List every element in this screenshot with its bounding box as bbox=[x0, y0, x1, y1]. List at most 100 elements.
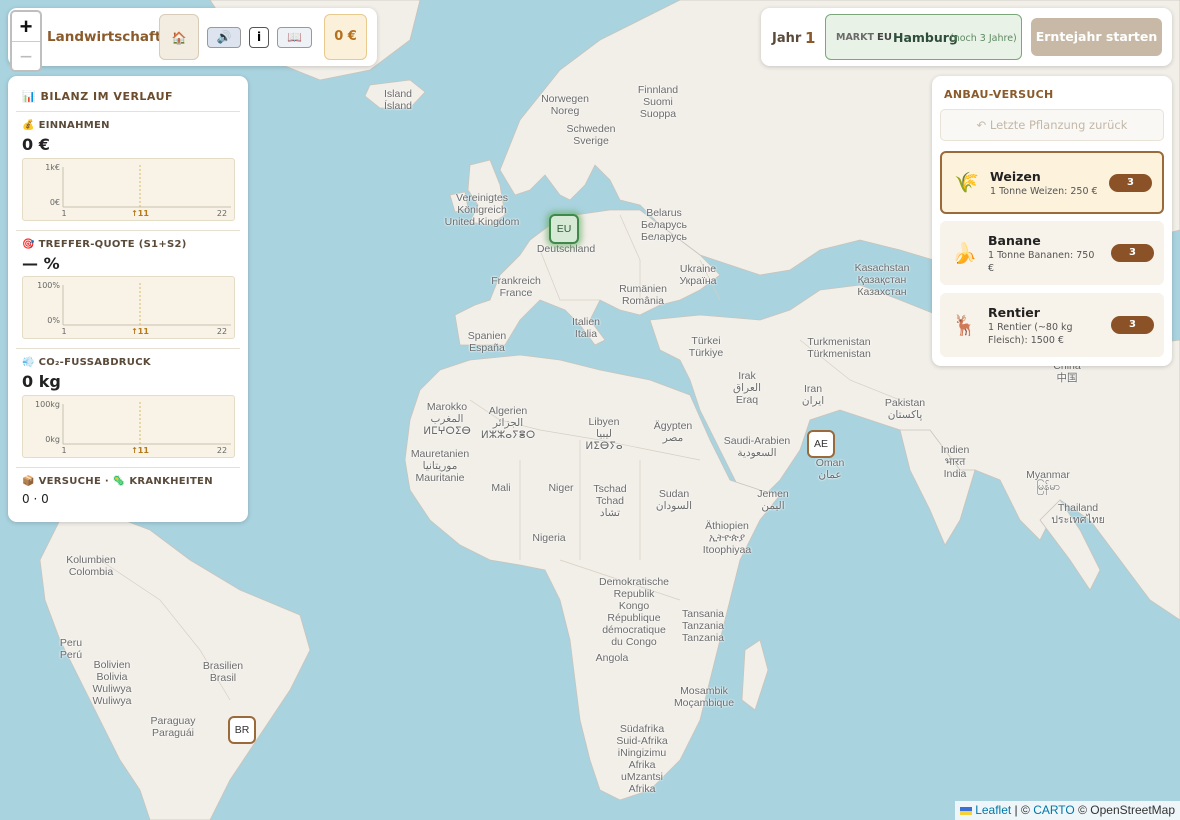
home-icon: 🏠 bbox=[171, 31, 187, 45]
map-label: Kolumbien Colombia bbox=[66, 554, 116, 578]
hit-y-top: 100% bbox=[37, 281, 60, 290]
income-y-bottom: 0€ bbox=[50, 198, 60, 207]
info-button[interactable]: i bbox=[249, 27, 269, 48]
leaflet-link[interactable]: Leaflet bbox=[975, 803, 1011, 817]
map-label: Türkei Türkiye bbox=[688, 335, 724, 359]
attrib-sep: | © bbox=[1011, 803, 1034, 817]
year-label: Jahr bbox=[772, 31, 802, 46]
crop-card-banane[interactable]: 🍌 Banane 1 Tonne Bananen: 750 € 3 bbox=[940, 221, 1164, 285]
reindeer-icon: 🦌 bbox=[952, 313, 977, 337]
market-badge: MARKT EU Hamburg (noch 3 Jahre) bbox=[825, 14, 1022, 60]
crop-card-rentier[interactable]: 🦌 Rentier 1 Rentier (~80 kg Fleisch): 15… bbox=[940, 293, 1164, 357]
crop-name: Banane bbox=[988, 233, 1041, 248]
income-x-end: 22 bbox=[217, 209, 227, 218]
divider bbox=[16, 467, 240, 468]
map-label: Italien Italia bbox=[571, 316, 601, 340]
hit-x-start: 1 bbox=[61, 327, 66, 336]
zoom-out-button[interactable]: − bbox=[12, 41, 40, 71]
crop-card-weizen[interactable]: 🌾 Weizen 1 Tonne Weizen: 250 € 3 bbox=[940, 151, 1164, 214]
income-label: 💰 EINNAHMEN bbox=[22, 120, 110, 131]
market-marker-ae[interactable]: AE bbox=[807, 430, 835, 458]
co2-y-bottom: 0kg bbox=[45, 435, 60, 444]
ukraine-flag-icon bbox=[959, 806, 972, 815]
map-label: Brasilien Brasil bbox=[202, 660, 244, 684]
crop-count: 3 bbox=[1111, 244, 1154, 262]
market-label: MARKT bbox=[836, 32, 874, 43]
income-x-mid: ↑11 bbox=[131, 209, 149, 218]
income-chart: 1k€ 0€ 1 ↑11 22 bbox=[22, 158, 235, 221]
map-label: Bolivien Bolivia Wuliwya Wuliwya bbox=[92, 659, 132, 707]
map-label: Niger bbox=[548, 482, 574, 494]
hit-rate-label: 🎯 TREFFER-QUOTE (S1+S2) bbox=[22, 239, 187, 250]
map-label: Iran ایران bbox=[801, 383, 825, 407]
market-marker-br[interactable]: BR bbox=[228, 716, 256, 744]
zoom-in-button[interactable]: + bbox=[12, 12, 40, 41]
map-label: Ägypten مصر bbox=[653, 420, 693, 444]
app-title: Landwirtschaft bbox=[47, 29, 162, 45]
map-label: Pakistan پاکستان bbox=[884, 397, 926, 421]
map-label: Myanmar မြန်မာ bbox=[1026, 469, 1070, 493]
map-label: Sudan السودان bbox=[655, 488, 693, 512]
stats-title-text: BILANZ IM VERLAUF bbox=[40, 90, 174, 103]
banana-icon: 🍌 bbox=[952, 241, 977, 265]
income-y-top: 1k€ bbox=[45, 163, 60, 172]
stats-panel: 📊 BILANZ IM VERLAUF 💰 EINNAHMEN 0 € 1k€ … bbox=[8, 76, 248, 522]
disease-label-text: KRANKHEITEN bbox=[125, 476, 213, 487]
hit-rate-chart-svg: 100% 0% 1 ↑11 22 bbox=[37, 281, 231, 336]
map-label: Äthiopien ኢትዮጵያ Itoophiyaa bbox=[702, 520, 752, 556]
map-label: Angola bbox=[595, 652, 629, 664]
crop-name: Weizen bbox=[990, 169, 1041, 184]
income-value: 0 € bbox=[22, 135, 50, 154]
market-name: Hamburg bbox=[893, 30, 958, 45]
book-button[interactable]: 📖 bbox=[277, 27, 312, 48]
map-label: Demokratische Republik Kongo République … bbox=[598, 576, 670, 648]
map-label: Tschad Tchad تشاد bbox=[593, 483, 627, 519]
map-label: Algerien الجزائر ⵍⵣⵣⴰⵢⴻⵔ bbox=[480, 405, 536, 441]
hit-rate-value: — % bbox=[22, 254, 60, 273]
trials-label-text: VERSUCHE · bbox=[38, 476, 113, 487]
map-label: Finnland Suomi Suoppa bbox=[637, 84, 679, 120]
co2-y-top: 100kg bbox=[35, 400, 60, 409]
top-toolbar: Landwirtschaft 🏠 🔊 i 📖 0 € bbox=[8, 8, 377, 66]
income-label-text: EINNAHMEN bbox=[38, 120, 110, 131]
crop-count: 3 bbox=[1109, 174, 1152, 192]
planting-panel: ANBAU-VERSUCH ↶ Letzte Pflanzung zurück … bbox=[932, 76, 1172, 366]
start-harvest-button[interactable]: Erntejahr starten bbox=[1031, 18, 1162, 56]
crop-count: 3 bbox=[1111, 316, 1154, 334]
income-chart-svg: 1k€ 0€ 1 ↑11 22 bbox=[45, 163, 231, 218]
market-marker-eu[interactable]: EU bbox=[549, 214, 579, 244]
map-label: Jemen اليمن bbox=[757, 488, 789, 512]
crop-desc: 1 Tonne Weizen: 250 € bbox=[990, 186, 1098, 197]
undo-planting-button[interactable]: ↶ Letzte Pflanzung zurück bbox=[940, 109, 1164, 141]
carto-link[interactable]: CARTO bbox=[1033, 803, 1075, 817]
co2-x-end: 22 bbox=[217, 446, 227, 455]
map-label: Turkmenistan Türkmenistan bbox=[807, 336, 871, 360]
map-label: Irak العراق Eraq bbox=[732, 370, 762, 406]
zoom-control: + − bbox=[10, 10, 42, 72]
hit-y-bottom: 0% bbox=[47, 316, 60, 325]
money-bag-icon: 💰 bbox=[22, 120, 35, 131]
co2-x-mid: ↑11 bbox=[131, 446, 149, 455]
map-label: Südafrika Suid-Afrika iNingizimu Afrika … bbox=[616, 723, 668, 795]
map-label: Peru Perú bbox=[59, 637, 83, 661]
map-label: Norwegen Noreg bbox=[541, 93, 589, 117]
map-label: Belarus Беларусь Беларусь bbox=[641, 207, 687, 243]
map-label: Paraguay Paraguái bbox=[150, 715, 196, 739]
co2-value: 0 kg bbox=[22, 372, 61, 391]
market-code: EU bbox=[877, 32, 892, 43]
map-label: Thailand ประเทศไทย bbox=[1051, 502, 1105, 526]
sound-button[interactable]: 🔊 bbox=[207, 27, 241, 48]
co2-chart: 100kg 0kg 1 ↑11 22 bbox=[22, 395, 235, 458]
box-icon: 📦 bbox=[22, 476, 35, 487]
home-button[interactable]: 🏠 bbox=[159, 14, 199, 60]
map-label: Indien भारत India bbox=[940, 444, 970, 480]
map-label: Vereinigtes Königreich United Kingdom bbox=[444, 192, 520, 228]
co2-chart-svg: 100kg 0kg 1 ↑11 22 bbox=[35, 400, 231, 455]
trials-value: 0 · 0 bbox=[22, 492, 49, 506]
income-x-start: 1 bbox=[61, 209, 66, 218]
year-bar: Jahr 1 MARKT EU Hamburg (noch 3 Jahre) E… bbox=[761, 8, 1172, 66]
map-attribution: Leaflet | © CARTO © OpenStreetMap bbox=[954, 801, 1180, 820]
map-label: Rumänien România bbox=[619, 283, 667, 307]
hit-x-end: 22 bbox=[217, 327, 227, 336]
map-label: Marokko المغرب ⵍⵎⵖⵔⵉⴱ bbox=[423, 401, 471, 437]
